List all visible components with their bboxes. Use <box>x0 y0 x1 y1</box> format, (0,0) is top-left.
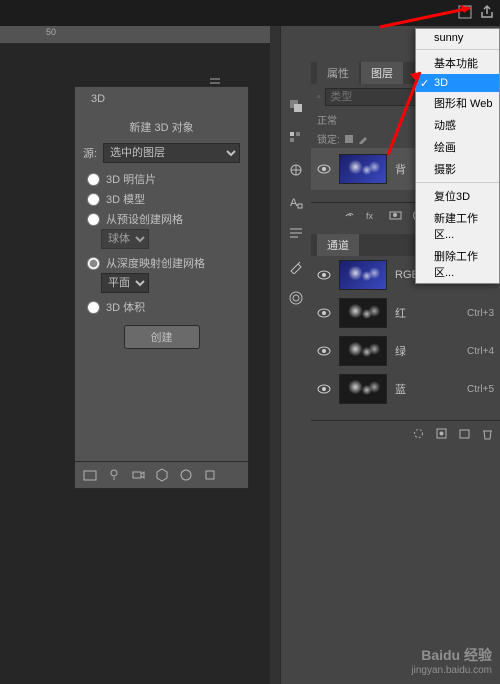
channel-thumbnail <box>339 298 387 328</box>
three-d-tab[interactable]: 3D <box>83 91 113 107</box>
fx-icon[interactable]: fx <box>366 209 379 222</box>
render-icon[interactable] <box>203 468 217 482</box>
radio-depth-mesh[interactable] <box>87 257 100 270</box>
light-icon[interactable] <box>107 468 121 482</box>
link-icon[interactable] <box>343 209 356 222</box>
workspace-menu-item[interactable]: 新建工作区... <box>416 207 499 245</box>
search-icon <box>317 91 321 103</box>
workspace-menu-item[interactable]: 摄影 <box>416 158 499 180</box>
source-dropdown[interactable]: 选中的图层 <box>103 143 240 163</box>
depth-dropdown[interactable]: 平面 <box>101 273 149 293</box>
ruler: 50 <box>0 26 270 44</box>
lock-pixels-icon[interactable] <box>344 134 354 144</box>
mask-icon[interactable] <box>389 209 402 222</box>
vertical-toolbar: A <box>281 92 311 306</box>
visibility-icon[interactable] <box>317 306 331 320</box>
delete-channel-icon[interactable] <box>481 427 494 440</box>
watermark: Baidu 经验 jingyan.baidu.com <box>411 645 492 676</box>
load-selection-icon[interactable] <box>412 427 425 440</box>
new-channel-icon[interactable] <box>458 427 471 440</box>
visibility-icon[interactable] <box>317 162 331 176</box>
tab-channels[interactable]: 通道 <box>317 234 359 256</box>
tab-properties[interactable]: 属性 <box>317 62 359 84</box>
material-icon[interactable] <box>179 468 193 482</box>
channel-name: 蓝 <box>395 381 406 397</box>
menu-separator <box>416 49 499 50</box>
swatches-icon[interactable] <box>288 130 304 146</box>
scene-icon[interactable] <box>83 468 97 482</box>
blend-mode-dropdown[interactable]: 正常 <box>317 116 337 127</box>
radio-postcard[interactable] <box>87 173 100 186</box>
workspace-menu-item[interactable]: 删除工作区... <box>416 245 499 283</box>
lock-label: 锁定: <box>317 131 340 146</box>
camera-icon[interactable] <box>131 468 145 482</box>
channel-row[interactable]: 绿 Ctrl+4 <box>311 332 500 370</box>
svg-text:fx: fx <box>366 211 374 221</box>
channel-row[interactable]: 蓝 Ctrl+5 <box>311 370 500 408</box>
mesh-icon[interactable] <box>155 468 169 482</box>
panel-footer-icons <box>75 461 248 488</box>
adjustments-icon[interactable] <box>288 162 304 178</box>
layer-name: 背 <box>395 161 406 177</box>
channel-thumbnail <box>339 374 387 404</box>
radio-model[interactable] <box>87 193 100 206</box>
visibility-icon[interactable] <box>317 382 331 396</box>
annotation-arrow-2 <box>380 60 430 160</box>
source-label: 源: <box>83 145 97 161</box>
character-icon[interactable]: A <box>288 194 304 210</box>
radio-volume[interactable] <box>87 301 100 314</box>
channel-shortcut: Ctrl+5 <box>467 384 494 395</box>
channel-thumbnail <box>339 260 387 290</box>
cc-icon[interactable] <box>288 290 304 306</box>
preset-dropdown[interactable]: 球体 <box>101 229 149 249</box>
paragraph-icon[interactable] <box>288 226 304 242</box>
channel-name: 绿 <box>395 343 406 359</box>
svg-text:A: A <box>290 197 298 209</box>
three-d-panel: 3D 新建 3D 对象 源: 选中的图层 3D 明信片 3D 模型 从预设创建网… <box>74 86 249 489</box>
radio-preset-mesh[interactable] <box>87 213 100 226</box>
save-selection-icon[interactable] <box>435 427 448 440</box>
channel-shortcut: Ctrl+4 <box>467 346 494 357</box>
section-title: 新建 3D 对象 <box>83 119 240 135</box>
channel-thumbnail <box>339 336 387 366</box>
channel-shortcut: Ctrl+3 <box>467 308 494 319</box>
color-icon[interactable] <box>288 98 304 114</box>
annotation-arrow-1 <box>375 2 485 32</box>
workspace-menu-item[interactable]: 复位3D <box>416 185 499 207</box>
visibility-icon[interactable] <box>317 268 331 282</box>
visibility-icon[interactable] <box>317 344 331 358</box>
channel-row[interactable]: 红 Ctrl+3 <box>311 294 500 332</box>
channel-name: 红 <box>395 305 406 321</box>
lock-brush-icon[interactable] <box>358 134 368 144</box>
menu-separator <box>416 182 499 183</box>
create-button[interactable]: 创建 <box>124 325 200 349</box>
tools-icon[interactable] <box>288 258 304 274</box>
